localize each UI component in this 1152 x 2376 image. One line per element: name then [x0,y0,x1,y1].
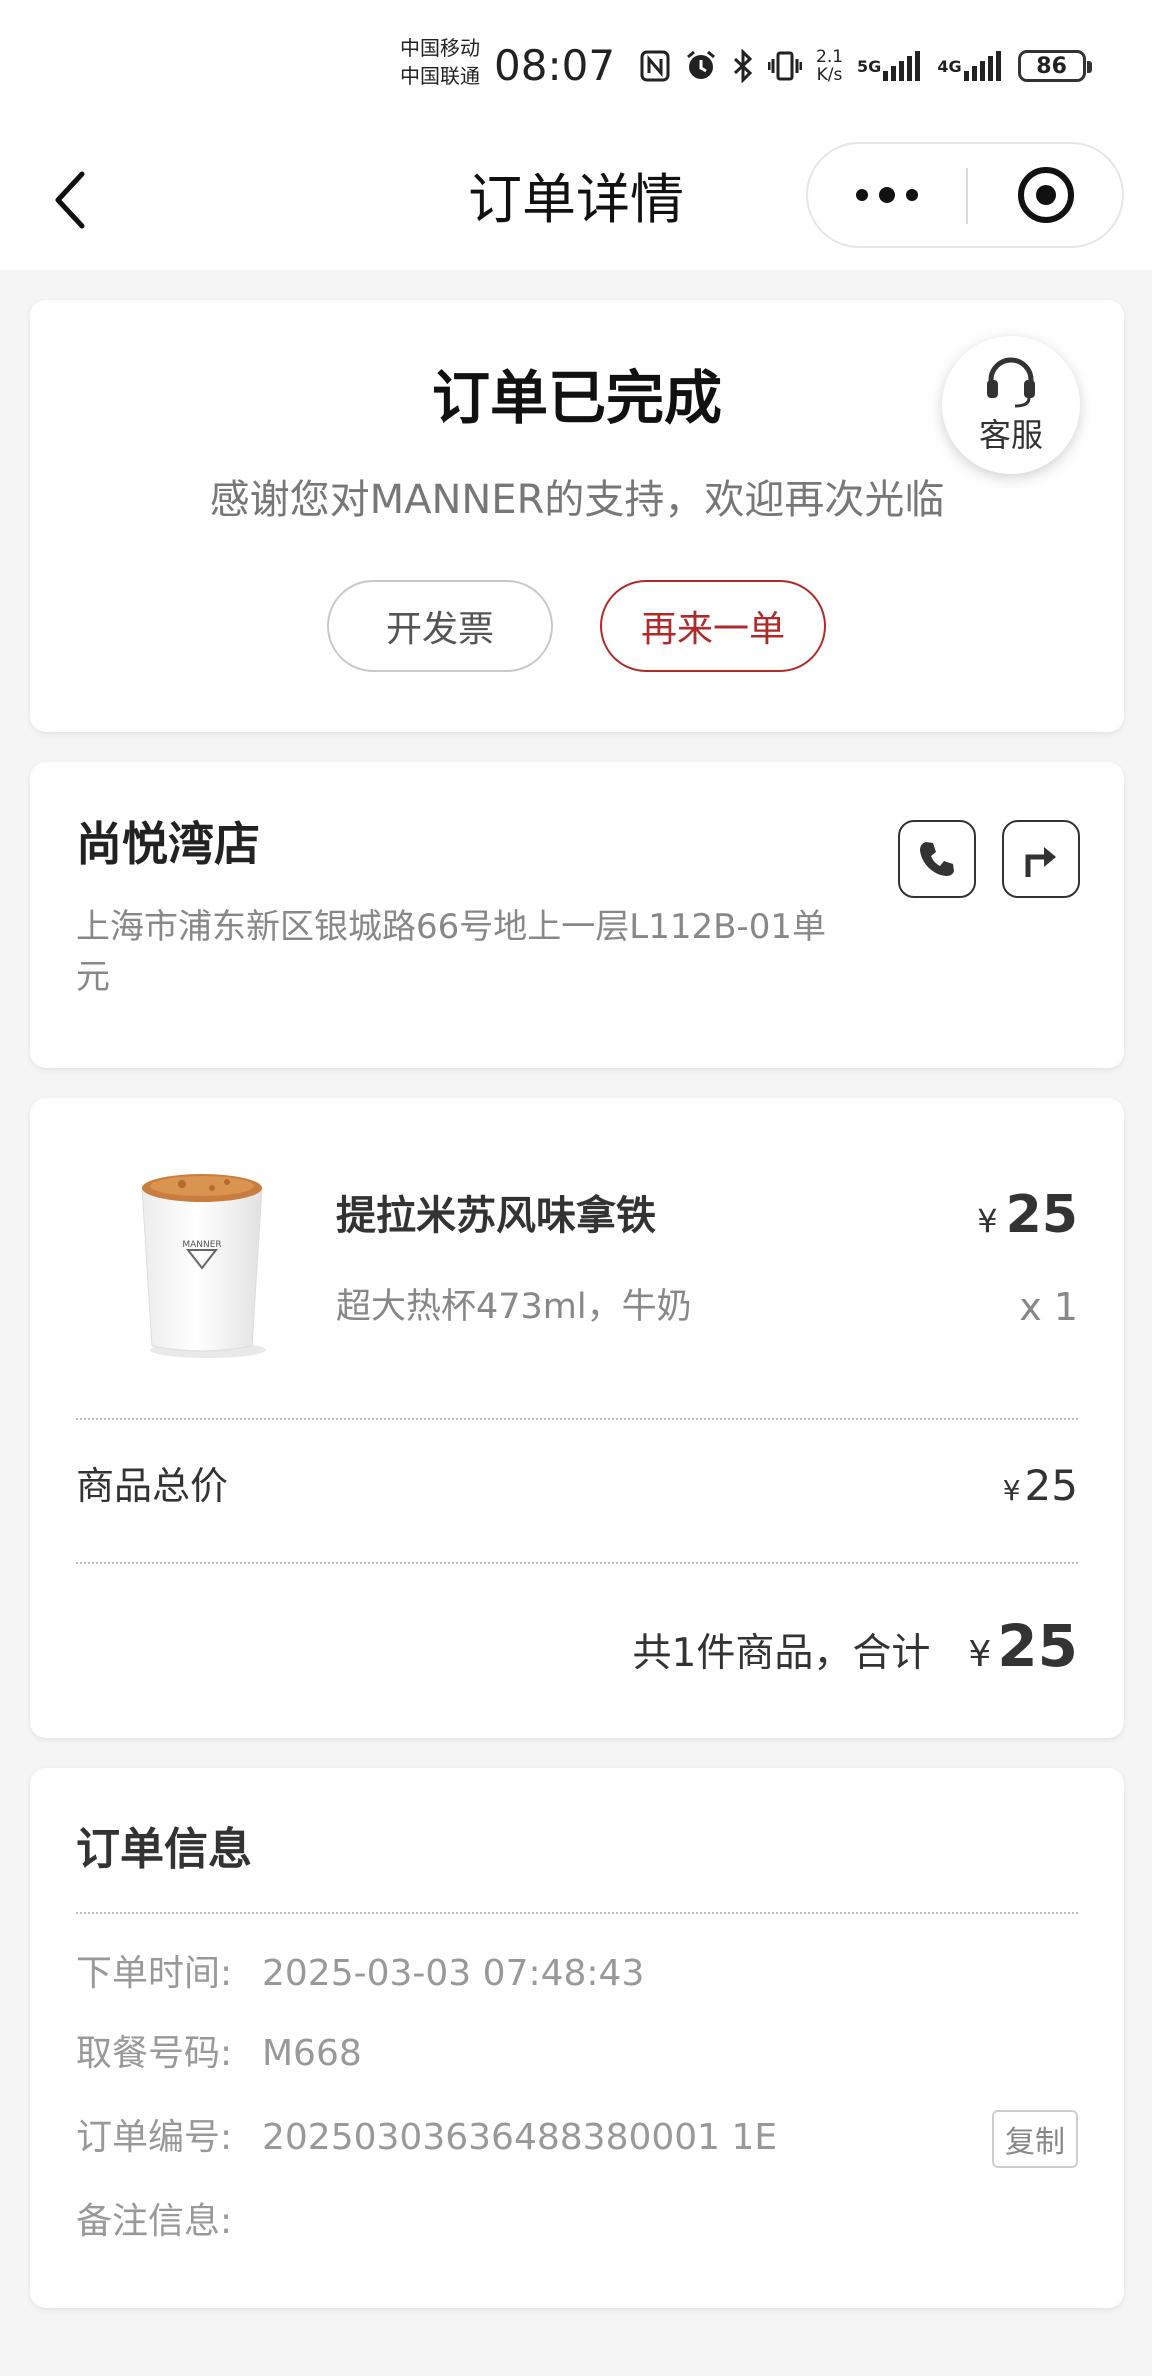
order-info-card: 订单信息 下单时间: 2025-03-03 07:48:43 取餐号码: M66… [30,1768,1124,2308]
subtotal-value: ¥ 25 [1003,1454,1078,1523]
subtotal-currency: ¥ [1002,1474,1021,1507]
copy-order-number-button[interactable]: 复制 [992,2110,1078,2168]
nav-bar: 订单详情 [0,132,1152,270]
network-speed: 2.1 K/s [816,48,843,84]
total-currency: ¥ [968,1634,992,1675]
carrier-info: 中国移动 中国联通 [400,34,480,90]
status-time: 08:07 [494,41,616,90]
cup-brand-text: MANNER [182,1240,221,1250]
order-time-value: 2025-03-03 07:48:43 [262,1953,645,1994]
divider [76,1418,1078,1420]
pickup-number-value: M668 [262,2033,362,2074]
coffee-cup-image: MANNER [141,1174,266,1358]
order-status-card: 订单已完成 感谢您对MANNER的支持，欢迎再次光临 开发票 再来一单 客服 [30,300,1124,732]
divider [76,1562,1078,1564]
remarks-label: 备注信息: [76,2201,233,2242]
more-button[interactable] [808,144,966,246]
battery-icon: 86 [1017,50,1092,82]
product-price: ¥ 25 [977,1180,1078,1256]
carrier-1: 中国移动 [400,36,480,60]
product-spec: 超大热杯473ml，牛奶 [336,1287,692,1327]
product-price-value: 25 [1005,1185,1078,1245]
product-quantity: x 1 [1019,1285,1078,1329]
store-card: 尚悦湾店 上海市浦东新区银城路66号地上一层L112B-01单元 [30,762,1124,1068]
target-close-icon [1018,167,1074,223]
order-time-row: 下单时间: 2025-03-03 07:48:43 [76,1946,644,2002]
more-dots-icon [856,187,918,203]
vibrate-icon [768,50,802,82]
invoice-button[interactable]: 开发票 [327,580,553,672]
call-store-button[interactable] [898,820,976,898]
headset-icon [987,357,1035,408]
bluetooth-icon [732,49,754,83]
subtotal-label: 商品总价 [76,1464,229,1508]
phone-icon [920,842,954,876]
status-icons: 2.1 K/s 5G 4G 86 [640,46,1100,86]
alarm-icon [684,49,718,83]
miniprogram-capsule [806,142,1124,248]
product-name: 提拉米苏风味拿铁 [336,1193,656,1239]
divider [76,1912,1078,1914]
total-amount: 25 [997,1612,1078,1680]
order-number-value: 20250303636488380001 1E [262,2117,778,2158]
nfc-icon [640,50,670,82]
signal-4g-label: 4G [937,56,962,76]
product-card: MANNER 提拉米苏风味拿铁 ¥ 25 超大热杯473ml，牛奶 x 1 商品… [30,1098,1124,1738]
subtotal-amount: 25 [1024,1461,1078,1510]
signal-5g-icon: 5G [857,51,923,81]
carrier-2: 中国联通 [400,64,480,88]
signal-4g-icon: 4G [937,51,1003,81]
remarks-row: 备注信息: [76,2194,262,2250]
order-info-title: 订单信息 [76,1824,252,1875]
product-price-currency: ¥ [977,1202,998,1240]
store-name: 尚悦湾店 [76,817,260,871]
pickup-number-row: 取餐号码: M668 [76,2026,362,2082]
order-number-row: 订单编号: 20250303636488380001 1E [76,2110,777,2166]
navigate-store-button[interactable] [1002,820,1080,898]
order-total: 共1件商品，合计 ¥ 25 [633,1606,1078,1695]
total-label: 共1件商品，合计 [632,1631,931,1676]
pickup-number-label: 取餐号码: [76,2033,233,2074]
customer-service-button[interactable]: 客服 [942,336,1080,474]
close-miniprogram-button[interactable] [968,144,1124,246]
status-bar: 中国移动 中国联通 08:07 2.1 K/s 5G 4G 86 [0,0,1152,132]
customer-service-label: 客服 [978,416,1043,454]
thanks-message: 感谢您对MANNER的支持，欢迎再次光临 [209,477,945,523]
navigation-arrow-icon [1025,847,1056,877]
reorder-button[interactable]: 再来一单 [600,580,826,672]
order-number-label: 订单编号: [76,2117,233,2158]
order-time-label: 下单时间: [76,1953,233,1994]
signal-5g-label: 5G [857,56,882,76]
store-address: 上海市浦东新区银城路66号地上一层L112B-01单元 [76,907,826,997]
net-speed-value: 2.1 [816,47,844,67]
net-speed-unit: K/s [816,65,843,85]
